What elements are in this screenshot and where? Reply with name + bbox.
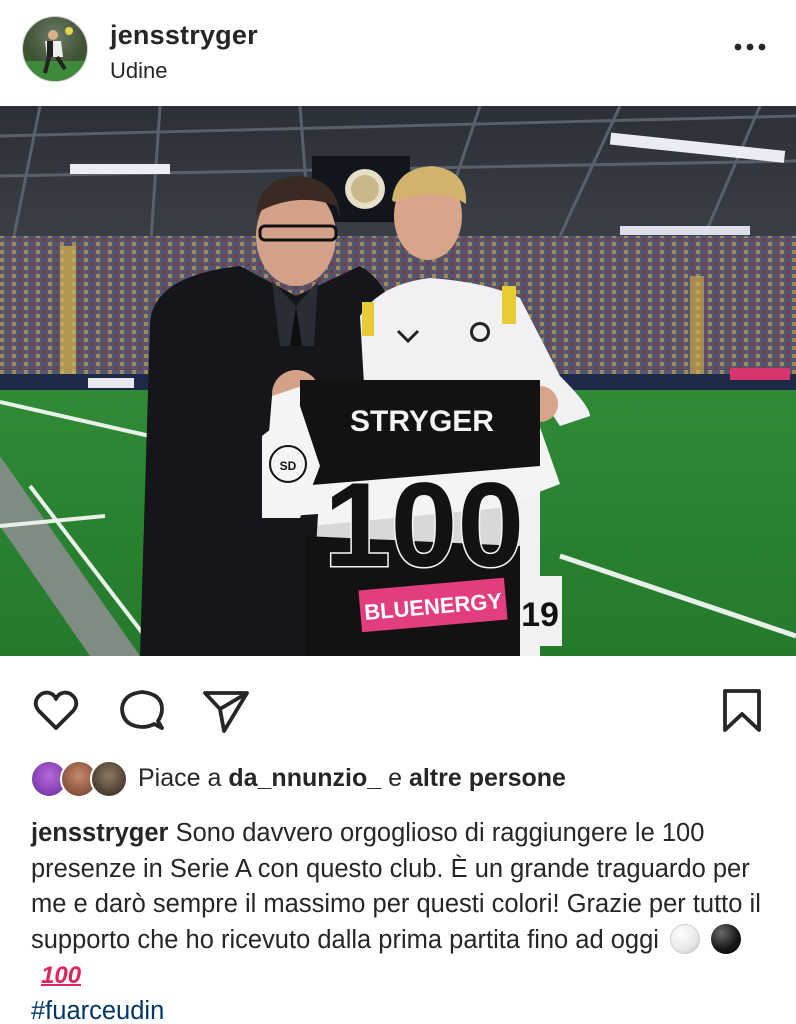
- liker-username[interactable]: da_nnunzio_: [228, 764, 381, 792]
- hundred-points-emoji: 100: [41, 962, 82, 989]
- post-header: jensstryger Udine: [0, 0, 796, 106]
- likes-prefix: Piace a: [138, 764, 222, 792]
- heart-icon[interactable]: [30, 684, 82, 736]
- white-circle-emoji: [670, 923, 701, 954]
- send-icon[interactable]: [200, 684, 252, 736]
- svg-text:SD: SD: [280, 459, 297, 473]
- comment-icon[interactable]: [116, 684, 168, 736]
- post-image[interactable]: SD STRYGER 100 BLUENERGY 19: [0, 106, 796, 656]
- avatar-photo: [23, 27, 87, 81]
- likes-connector: e: [388, 764, 402, 792]
- black-circle-emoji: [711, 923, 742, 954]
- shirt-number: 100: [324, 458, 524, 592]
- action-bar: [0, 656, 796, 756]
- likes-text: Piace a da_nnunzio_ e altre persone: [138, 764, 566, 793]
- user-avatar[interactable]: [22, 16, 88, 82]
- location[interactable]: Udine: [110, 58, 167, 84]
- liker-avatar: [90, 760, 128, 798]
- caption-username[interactable]: jensstryger: [31, 819, 169, 847]
- post-caption: jensstryger Sono davvero orgoglioso di r…: [31, 816, 776, 1024]
- likes-others-link[interactable]: altre persone: [409, 764, 566, 792]
- bookmark-icon[interactable]: [716, 684, 768, 736]
- shirt-name: STRYGER: [350, 405, 494, 438]
- hashtag-link[interactable]: #fuarceudin: [31, 997, 164, 1024]
- player-number: 19: [521, 596, 559, 634]
- more-horizontal-icon[interactable]: [728, 32, 772, 62]
- username[interactable]: jensstryger: [110, 20, 258, 51]
- likes-summary[interactable]: Piace a da_nnunzio_ e altre persone: [30, 760, 770, 800]
- stadium-photo: SD STRYGER 100 BLUENERGY 19: [0, 106, 796, 656]
